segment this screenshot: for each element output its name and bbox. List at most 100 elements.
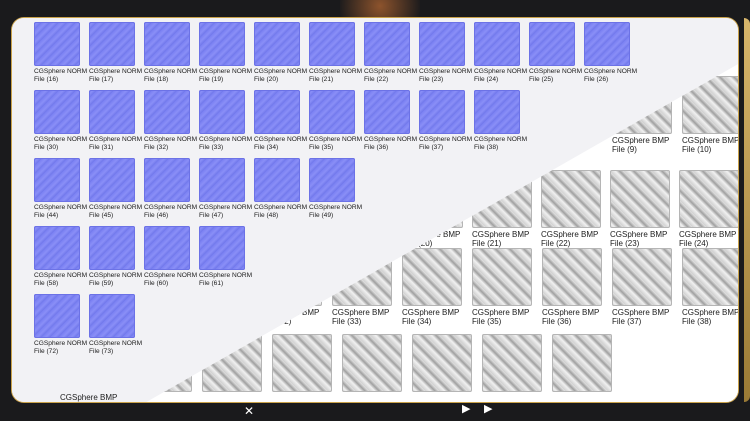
bmp-file-item[interactable]: CGSphere BMP File (23) bbox=[610, 170, 672, 248]
bmp-file-item[interactable]: CGSphere BMP File (34) bbox=[402, 248, 464, 326]
bmp-file-item[interactable]: CGSphere BMP File (36) bbox=[542, 248, 604, 326]
norm-file-item[interactable]: CGSphere NORM File (20) bbox=[254, 22, 307, 83]
file-name-label: CGSphere NORM File (37) bbox=[419, 136, 473, 151]
file-name-label: CGSphere NORM File (47) bbox=[199, 204, 253, 219]
norm-file-item[interactable]: CGSphere NORM File (31) bbox=[89, 90, 142, 151]
norm-file-item[interactable]: CGSphere NORM File (49) bbox=[309, 158, 362, 219]
bmp-thumbnail bbox=[412, 334, 472, 392]
file-name-label: CGSphere NORM File (36) bbox=[364, 136, 418, 151]
bmp-file-item[interactable] bbox=[482, 334, 544, 402]
file-name-label: CGSphere NORM File (18) bbox=[144, 68, 198, 83]
file-name-label: CGSphere NORM File (60) bbox=[144, 272, 198, 287]
file-name-label: CGSphere NORM File (25) bbox=[529, 68, 583, 83]
norm-thumbnail bbox=[474, 90, 520, 134]
file-name-label: CGSphere BMP File (9) bbox=[612, 136, 670, 154]
file-browser-frame: CGSphere NORM File (16) CGSphere NORM File … bbox=[12, 18, 738, 402]
bmp-thumbnail bbox=[482, 334, 542, 392]
bmp-file-item[interactable] bbox=[342, 334, 404, 402]
norm-thumbnail bbox=[89, 294, 135, 338]
norm-file-item[interactable]: CGSphere NORM File (32) bbox=[144, 90, 197, 151]
file-name-label: CGSphere NORM File (32) bbox=[144, 136, 198, 151]
next-icon[interactable]: ▶ bbox=[484, 402, 492, 415]
close-icon[interactable]: ✕ bbox=[244, 404, 254, 418]
norm-thumbnail bbox=[364, 22, 410, 66]
norm-file-item[interactable]: CGSphere NORM File (34) bbox=[254, 90, 307, 151]
norm-thumbnail bbox=[144, 158, 190, 202]
norm-file-item[interactable]: CGSphere NORM File (48) bbox=[254, 158, 307, 219]
file-name-label: CGSphere NORM File (49) bbox=[309, 204, 363, 219]
norm-thumbnail bbox=[144, 22, 190, 66]
norm-file-item[interactable]: CGSphere NORM File (17) bbox=[89, 22, 142, 83]
file-name-label: CGSphere NORM File (38) bbox=[474, 136, 528, 151]
file-name-label: CGSphere NORM File (73) bbox=[89, 340, 143, 355]
norm-thumbnail bbox=[584, 22, 630, 66]
norm-file-item[interactable]: CGSphere NORM File (35) bbox=[309, 90, 362, 151]
file-name-label: CGSphere NORM File (44) bbox=[34, 204, 88, 219]
norm-thumbnail bbox=[199, 158, 245, 202]
norm-file-item[interactable]: CGSphere NORM File (38) bbox=[474, 90, 527, 151]
norm-thumbnail bbox=[254, 90, 300, 134]
norm-thumbnail bbox=[89, 90, 135, 134]
norm-file-item[interactable]: CGSphere NORM File (22) bbox=[364, 22, 417, 83]
file-name-label: CGSphere BMP File (38) bbox=[682, 308, 738, 326]
norm-thumbnail bbox=[34, 22, 80, 66]
norm-thumbnail bbox=[144, 90, 190, 134]
norm-file-item[interactable]: CGSphere NORM File (16) bbox=[34, 22, 87, 83]
norm-file-item[interactable]: CGSphere NORM File (60) bbox=[144, 226, 197, 287]
norm-thumbnail bbox=[419, 22, 465, 66]
norm-file-item[interactable]: CGSphere NORM File (73) bbox=[89, 294, 142, 355]
bmp-file-item[interactable]: CGSphere BMP File (24) bbox=[679, 170, 738, 248]
norm-file-item[interactable]: CGSphere NORM File (44) bbox=[34, 158, 87, 219]
norm-thumbnail bbox=[419, 90, 465, 134]
norm-file-item[interactable]: CGSphere NORM File (26) bbox=[584, 22, 637, 83]
norm-file-item[interactable]: CGSphere NORM File (72) bbox=[34, 294, 87, 355]
file-name-label: CGSphere NORM File (31) bbox=[89, 136, 143, 151]
file-name-label: CGSphere NORM File (30) bbox=[34, 136, 88, 151]
norm-file-item[interactable]: CGSphere NORM File (46) bbox=[144, 158, 197, 219]
norm-file-item[interactable]: CGSphere NORM File (19) bbox=[199, 22, 252, 83]
file-name-label: CGSphere NORM File (35) bbox=[309, 136, 363, 151]
norm-file-item[interactable]: CGSphere NORM File (37) bbox=[419, 90, 472, 151]
norm-file-item[interactable]: CGSphere NORM File (18) bbox=[144, 22, 197, 83]
norm-thumbnail bbox=[364, 90, 410, 134]
bmp-thumbnail bbox=[541, 170, 601, 228]
norm-file-item[interactable]: CGSphere NORM File (36) bbox=[364, 90, 417, 151]
bmp-file-item[interactable]: CGSphere BMP File (22) bbox=[541, 170, 603, 248]
norm-thumbnail bbox=[89, 22, 135, 66]
bmp-file-item[interactable]: CGSphere BMP File (38) bbox=[682, 248, 738, 326]
norm-file-item[interactable]: CGSphere NORM File (47) bbox=[199, 158, 252, 219]
file-name-label: CGSphere NORM File (33) bbox=[199, 136, 253, 151]
bmp-file-item[interactable] bbox=[412, 334, 474, 402]
bmp-thumbnail bbox=[272, 334, 332, 392]
bmp-file-item[interactable]: CGSphere BMP File (35) bbox=[472, 248, 534, 326]
norm-thumbnail bbox=[309, 22, 355, 66]
norm-file-item[interactable]: CGSphere NORM File (21) bbox=[309, 22, 362, 83]
norm-file-item[interactable]: CGSphere NORM File (45) bbox=[89, 158, 142, 219]
bmp-file-item[interactable] bbox=[272, 334, 334, 402]
play-icon[interactable]: ▶ bbox=[462, 402, 470, 415]
frame-gold-edge bbox=[744, 18, 750, 402]
norm-file-item[interactable]: CGSphere NORM File (33) bbox=[199, 90, 252, 151]
norm-file-item[interactable]: CGSphere NORM File (23) bbox=[419, 22, 472, 83]
norm-file-item[interactable]: CGSphere NORM File (58) bbox=[34, 226, 87, 287]
bmp-thumbnail bbox=[542, 248, 602, 306]
file-name-label: CGSphere NORM File (61) bbox=[199, 272, 253, 287]
file-name-label: CGSphere NORM File (24) bbox=[474, 68, 528, 83]
file-name-label: CGSphere NORM File (22) bbox=[364, 68, 418, 83]
norm-file-item[interactable]: CGSphere NORM File (30) bbox=[34, 90, 87, 151]
file-name-label: CGSphere NORM File (48) bbox=[254, 204, 308, 219]
file-name-label: CGSphere BMP File (10) bbox=[682, 136, 738, 154]
norm-thumbnail bbox=[309, 158, 355, 202]
file-name-label: CGSphere BMP File (37) bbox=[612, 308, 670, 326]
norm-file-item[interactable]: CGSphere NORM File (59) bbox=[89, 226, 142, 287]
norm-file-item[interactable]: CGSphere NORM File (24) bbox=[474, 22, 527, 83]
bmp-thumbnail bbox=[552, 334, 612, 392]
file-name-label: CGSphere NORM File (59) bbox=[89, 272, 143, 287]
norm-file-item[interactable]: CGSphere NORM File (61) bbox=[199, 226, 252, 287]
bmp-file-item[interactable]: CGSphere BMP File (37) bbox=[612, 248, 674, 326]
norm-file-item[interactable]: CGSphere NORM File (25) bbox=[529, 22, 582, 83]
norm-thumbnail bbox=[34, 158, 80, 202]
file-name-label: CGSphere NORM File (58) bbox=[34, 272, 88, 287]
norm-thumbnail bbox=[474, 22, 520, 66]
bmp-file-item[interactable] bbox=[552, 334, 614, 402]
